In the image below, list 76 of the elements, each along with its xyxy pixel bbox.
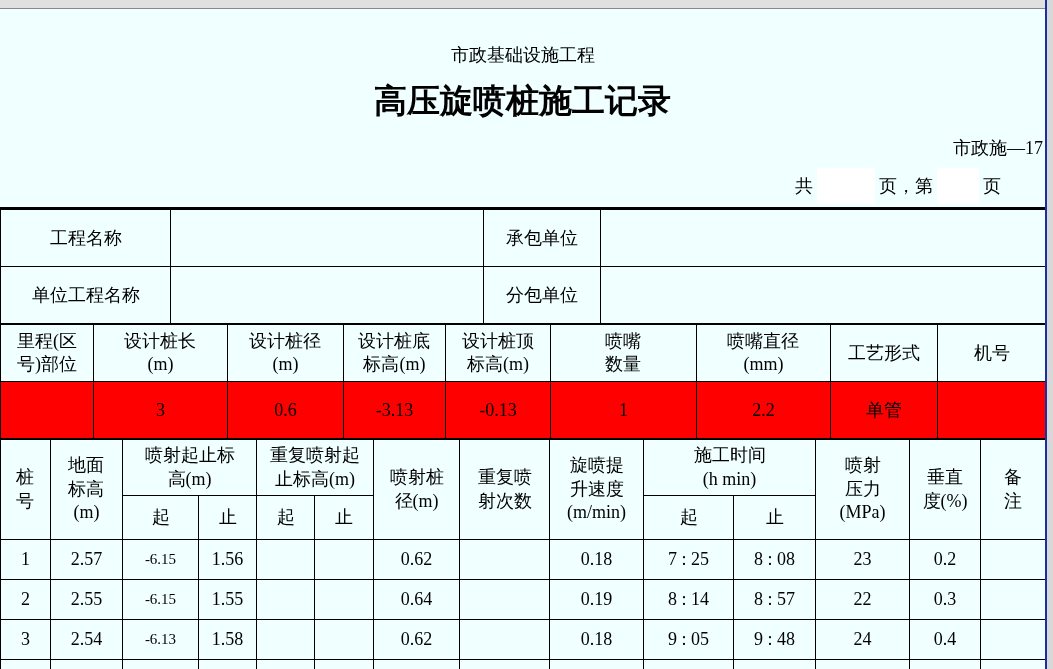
- page-label: 页，第: [878, 175, 934, 198]
- table-cell: 0.4: [909, 619, 981, 660]
- table-cell: [256, 539, 315, 580]
- field-label: 工程名称: [0, 209, 171, 267]
- column-header: 工艺形式: [847, 341, 921, 365]
- column-header: 重复喷射起止标高(m): [269, 444, 361, 491]
- table-cell: 1: [0, 539, 51, 580]
- table-cell: 2.55: [50, 579, 123, 620]
- column-header: 起: [122, 495, 199, 540]
- table-cell: 8 : 08: [733, 539, 816, 580]
- table-cell: -3.13: [343, 381, 446, 439]
- table-cell: [256, 619, 315, 660]
- form-code: 市政施—17: [953, 137, 1043, 160]
- table-cell: 1: [550, 381, 697, 439]
- table-cell: 9 : 05: [643, 619, 734, 660]
- table-cell: 2.2: [696, 381, 831, 439]
- table-cell: 8 : 57: [733, 579, 816, 620]
- table-cell: 0.3: [909, 579, 981, 620]
- table-cell: 23: [815, 539, 910, 580]
- column-header: 起: [256, 495, 315, 540]
- page-label: 页: [982, 175, 1002, 198]
- column-header: 垂直度(%): [921, 466, 969, 513]
- table-cell: [314, 579, 374, 620]
- column-header: 机号: [972, 341, 1011, 365]
- column-header: 桩号: [15, 466, 36, 513]
- table-cell: [256, 579, 315, 620]
- column-header: 设计桩径(m): [248, 329, 323, 376]
- table-cell: 0.62: [373, 539, 460, 580]
- column-header: 喷嘴直径(mm): [726, 329, 801, 376]
- column-header: 喷射桩径(m): [388, 466, 445, 513]
- table-cell: 24: [815, 619, 910, 660]
- column-header: 喷嘴数量: [604, 329, 643, 376]
- table-cell: -6.15: [122, 579, 199, 620]
- table-cell: 0.64: [373, 579, 460, 620]
- column-header: 施工时间(h min): [692, 444, 767, 491]
- table-cell: 7 : 25: [643, 539, 734, 580]
- table-cell: 8 : 14: [643, 579, 734, 620]
- table-cell: -6.13: [122, 619, 199, 660]
- column-header: 起: [643, 495, 734, 540]
- table-cell: 2.54: [50, 619, 123, 660]
- column-header: 喷射压力(MPa): [838, 454, 887, 525]
- table-cell: [314, 619, 374, 660]
- column-header: 地面标高(m): [67, 454, 106, 525]
- table-cell: 0.2: [909, 539, 981, 580]
- column-header: 重复喷射次数: [476, 466, 533, 513]
- column-header: 喷射起止标高(m): [143, 444, 236, 491]
- page-label: 共: [794, 175, 814, 198]
- table-cell: 2.57: [50, 539, 123, 580]
- table-cell: 3: [93, 381, 228, 439]
- column-header: 旋喷提升速度(m/min): [566, 454, 628, 525]
- field-label: 分包单位: [483, 266, 601, 324]
- form-title: 高压旋喷桩施工记录: [374, 80, 671, 122]
- column-header: 设计桩底标高(m): [357, 329, 432, 376]
- form-subtitle: 市政基础设施工程: [450, 44, 595, 67]
- table-cell: 22: [815, 579, 910, 620]
- column-header: 设计桩长(m): [123, 329, 198, 376]
- table-cell: 1.55: [198, 579, 257, 620]
- field-label: 单位工程名称: [0, 266, 171, 324]
- table-cell: 1.56: [198, 539, 257, 580]
- field-label: 承包单位: [483, 209, 601, 267]
- table-cell: 0.19: [549, 579, 644, 620]
- table-cell: 0.62: [373, 619, 460, 660]
- table-cell: 1.58: [198, 619, 257, 660]
- table-cell: 9 : 48: [733, 619, 816, 660]
- table-cell: -0.13: [445, 381, 551, 439]
- table-cell: 单管: [830, 381, 938, 439]
- column-header: 设计桩顶标高(m): [461, 329, 535, 376]
- table-cell: 0.18: [549, 539, 644, 580]
- table-cell: 0.6: [227, 381, 344, 439]
- column-header: 里程(区号)部位: [16, 329, 78, 376]
- table-cell: 3: [0, 619, 51, 660]
- column-header: 备注: [1003, 466, 1023, 513]
- table-cell: 2: [0, 579, 51, 620]
- table-cell: 0.18: [549, 619, 644, 660]
- column-header: 止: [198, 495, 257, 540]
- table-cell: -6.15: [122, 539, 199, 580]
